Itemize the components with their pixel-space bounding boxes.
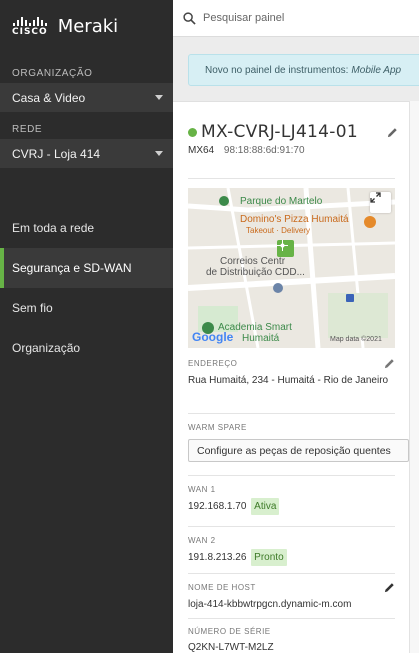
location-map[interactable]: Parque do Martelo Domino's Pizza Humaitá… xyxy=(188,188,395,348)
top-bar xyxy=(173,0,419,37)
device-model: MX64 xyxy=(188,145,215,156)
address-label: ENDEREÇO xyxy=(188,359,238,368)
organization-select[interactable]: Casa & Video xyxy=(0,83,173,112)
edit-name-pencil-icon[interactable] xyxy=(387,127,398,138)
device-details-card: MX-CVRJ-LJ414-01 MX64 98:18:88:6d:91:70 xyxy=(173,101,409,653)
warm-spare-label: WARM SPARE xyxy=(188,423,247,432)
edit-address-pencil-icon[interactable] xyxy=(384,358,395,369)
device-name: MX-CVRJ-LJ414-01 xyxy=(201,122,358,142)
network-select[interactable]: CVRJ - Loja 414 xyxy=(0,139,173,168)
network-value: CVRJ - Loja 414 xyxy=(12,146,101,161)
device-location-pin-icon[interactable] xyxy=(277,240,294,257)
network-label: REDE xyxy=(12,124,43,135)
cisco-bars-icon xyxy=(12,15,47,26)
hostname-field: NOME DE HOST loja-414-kbbwtrpgcn.dynamic… xyxy=(188,582,395,612)
map-poi-dominos-sub: Takeout · Delivery xyxy=(246,226,311,235)
wan2-field: WAN 2 191.8.213.26 Pronto xyxy=(188,536,395,566)
google-logo-text: Google xyxy=(192,330,234,344)
chevron-down-icon xyxy=(155,151,163,156)
address-value: Rua Humaitá, 234 - Humaitá - Rio de Jane… xyxy=(188,375,389,386)
chevron-down-icon xyxy=(155,95,163,100)
serial-label: NÚMERO DE SÉRIE xyxy=(188,627,271,636)
sidebar-item-security-sdwan[interactable]: Segurança e SD-WAN xyxy=(0,248,173,288)
organization-value: Casa & Video xyxy=(12,90,86,105)
hostname-value: loja-414-kbbwtrpgcn.dynamic-m.com xyxy=(188,599,352,610)
wan2-ip: 191.8.213.26 xyxy=(188,552,247,563)
divider xyxy=(188,413,395,414)
address-field: ENDEREÇO Rua Humaitá, 234 - Humaitá - Ri… xyxy=(188,358,395,388)
sidebar-nav: Em toda a rede Segurança e SD-WAN Sem fi… xyxy=(0,208,173,368)
expand-icon xyxy=(370,192,381,203)
banner-link-mobile-app[interactable]: Mobile App xyxy=(351,65,401,76)
map-poi-dominos: Domino's Pizza Humaitá xyxy=(240,214,349,225)
wan1-status-badge: Ativa xyxy=(251,498,280,515)
map-poi-park: Parque do Martelo xyxy=(240,196,323,207)
organization-label: ORGANIZAÇÃO xyxy=(12,68,93,79)
cisco-wordmark: CISCO xyxy=(12,27,48,37)
device-header: MX-CVRJ-LJ414-01 MX64 98:18:88:6d:91:70 xyxy=(188,122,398,156)
divider xyxy=(188,178,395,179)
sidebar: CISCO Meraki ORGANIZAÇÃO Casa & Video RE… xyxy=(0,0,173,653)
status-online-icon xyxy=(188,127,197,137)
info-banner: Novo no painel de instrumentos: Mobile A… xyxy=(188,54,419,86)
serial-value: Q2KN-L7WT-M2LZ xyxy=(188,642,274,653)
cisco-logo: CISCO xyxy=(12,15,48,37)
map-copyright: Map data ©2021 xyxy=(330,336,382,343)
edit-hostname-pencil-icon[interactable] xyxy=(384,582,395,593)
wan1-field: WAN 1 192.168.1.70 Ativa xyxy=(188,485,395,515)
sidebar-item-wireless[interactable]: Sem fio xyxy=(0,288,173,328)
wan1-ip: 192.168.1.70 xyxy=(188,501,247,512)
serial-field: NÚMERO DE SÉRIE Q2KN-L7WT-M2LZ xyxy=(188,627,395,653)
hostname-label: NOME DE HOST xyxy=(188,583,256,592)
search-icon xyxy=(183,11,196,25)
divider xyxy=(188,573,395,574)
brand-logo[interactable]: CISCO Meraki xyxy=(0,0,173,52)
map-poi-correios-line2: de Distribuição CDD... xyxy=(206,267,305,278)
meraki-wordmark: Meraki xyxy=(57,15,119,37)
map-poi-correios: Correios Centr xyxy=(220,256,286,267)
sidebar-item-network-wide[interactable]: Em toda a rede xyxy=(0,208,173,248)
warm-spare-field: WARM SPARE Configure as peças de reposiç… xyxy=(188,423,409,462)
wan2-label: WAN 2 xyxy=(188,536,216,545)
wan1-label: WAN 1 xyxy=(188,485,216,494)
divider xyxy=(188,475,395,476)
banner-text: Novo no painel de instrumentos: xyxy=(205,64,349,76)
map-poi-humaita: Humaitá xyxy=(242,333,280,344)
device-mac: 98:18:88:6d:91:70 xyxy=(223,145,305,156)
map-expand-button[interactable] xyxy=(370,192,391,213)
sidebar-item-organization[interactable]: Organização xyxy=(0,328,173,368)
divider xyxy=(188,618,395,619)
search-input[interactable] xyxy=(203,12,403,24)
divider xyxy=(188,526,395,527)
right-panel-edge xyxy=(409,101,419,653)
wan2-status-badge: Pronto xyxy=(251,549,287,566)
google-logo: Google xyxy=(192,330,233,344)
configure-warm-spare-button[interactable]: Configure as peças de reposição quentes xyxy=(188,439,409,462)
